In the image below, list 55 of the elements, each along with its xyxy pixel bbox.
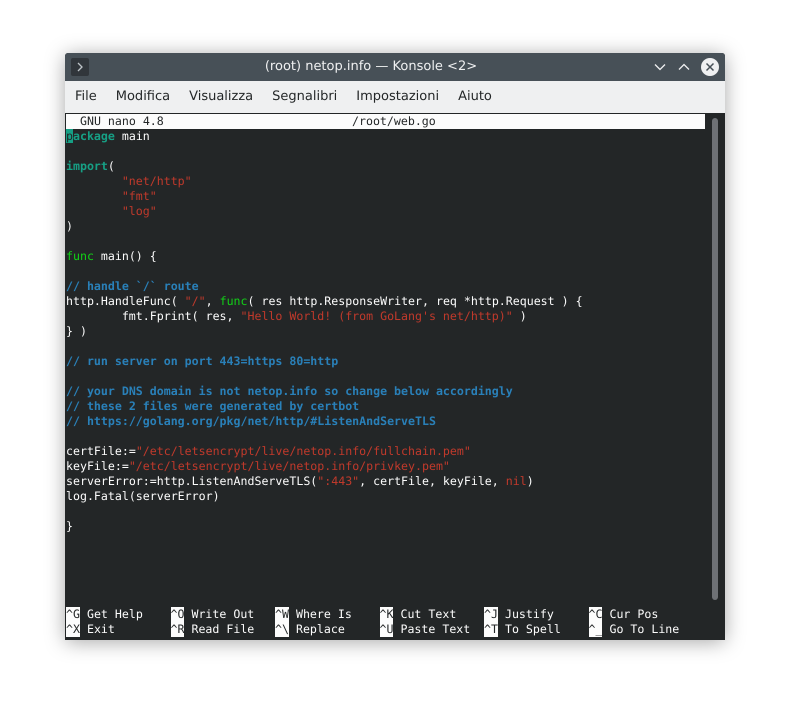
shortcut-key: ^U [380,622,394,637]
menu-item[interactable]: Visualizza [182,87,260,107]
code-line: "fmt" [122,189,157,204]
code-line: func main() { [66,249,157,264]
shortcut-key: ^T [484,622,498,637]
code-line: "net/http" [122,174,192,189]
menu-item[interactable]: Aiuto [451,87,499,107]
shortcut-key: ^\ [275,622,289,637]
code-line: serverError:=http.ListenAndServeTLS(":443", certFile, keyFile, nil) [66,474,534,489]
shortcut-key: ^O [170,607,184,622]
shortcut-label: Cur Pos [609,607,658,622]
shortcut-key: ^_ [588,622,602,637]
shortcut-key: ^R [170,622,184,637]
code-line: package main [66,129,150,144]
shortcut-label: Cut Text [400,607,456,622]
shortcut-label: Where Is [296,607,352,622]
window-title: (root) netop.info — Konsole <2> [264,58,478,76]
shortcut-key: ^J [484,607,498,622]
code-line: "log" [122,204,157,219]
close-icon[interactable] [701,58,719,76]
shortcut-label: Replace [296,622,345,637]
shortcut-key: ^K [380,607,394,622]
shortcut-key: ^W [275,607,289,622]
shortcut-label: Paste Text [400,622,470,637]
shortcut-key: ^X [66,622,80,637]
code-line: ) [66,219,73,234]
shortcut-key: ^G [66,607,80,622]
shortcut-label: Go To Line [609,622,680,637]
code-line: } [66,519,73,534]
shortcut-label: Write Out [191,607,254,622]
file-name: /root/web.go [352,114,436,129]
code-line: // your DNS domain is not netop.info so change below accordingly [66,384,513,399]
shortcut-label: To Spell [504,622,561,637]
shortcut-label: Get Help [86,607,143,622]
code-line: // handle `/` route [66,279,199,294]
code-line: certFile:="/etc/letsencrypt/live/netop.info/fullchain.pem" [66,444,471,459]
shortcut-key: ^C [588,607,602,622]
code-line: import( [66,159,115,174]
menu-item[interactable]: Modifica [108,87,178,107]
shortcut-label: Exit [86,622,115,637]
shortcut-label: Read File [191,622,254,637]
menu-item[interactable]: File [68,87,104,107]
shortcut-label: Justify [504,607,554,622]
menu-item[interactable]: Segnalibri [265,87,344,107]
code-line: // https://golang.org/pkg/net/http/#ListenAndServeTLS [66,414,436,429]
code-line: fmt.Fprint( res, "Hello World! (from GoLang's net/http)" ) [122,309,527,324]
code-line: // run server on port 443=https 80=http [66,354,338,369]
code-line: log.Fatal(serverError) [66,489,220,504]
code-line: // these 2 files were generated by certbot [66,399,360,414]
menu-item[interactable]: Impostazioni [349,87,446,107]
terminal-icon [71,58,89,76]
code-line: } ) [66,324,87,339]
code-line: http.HandleFunc( "/", func( res http.ResponseWriter, req *http.Request ) { [66,294,583,309]
nano-version: GNU nano 4.8 [80,114,165,129]
code-line: keyFile:="/etc/letsencrypt/live/netop.info/privkey.pem" [66,459,450,474]
